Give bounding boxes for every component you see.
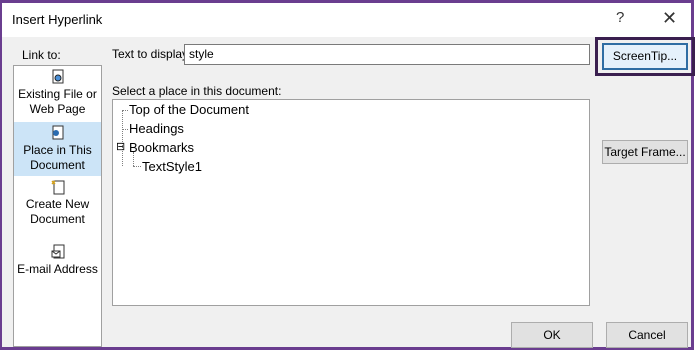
existing-file-icon (52, 69, 63, 84)
email-icon (51, 244, 64, 259)
link-to-item-label: Create New Document (25, 197, 90, 226)
screentip-button[interactable]: ScreenTip... (602, 43, 688, 70)
tree-node-bookmarks[interactable]: Bookmarks (129, 140, 194, 155)
tree-node-headings[interactable]: Headings (129, 121, 184, 136)
link-to-place-in-document[interactable]: Place in This Document (14, 122, 101, 176)
tree-node-textstyle1[interactable]: TextStyle1 (142, 159, 202, 174)
text-to-display-input[interactable]: style (184, 44, 590, 65)
document-place-tree: Top of the Document Headings ⊟ Bookmarks… (112, 99, 590, 306)
link-to-existing-file[interactable]: Existing File or Web Page (14, 69, 101, 119)
link-to-item-label: Existing File or Web Page (18, 87, 97, 116)
ok-button[interactable]: OK (511, 322, 593, 348)
target-frame-button[interactable]: Target Frame... (602, 140, 688, 164)
cancel-button[interactable]: Cancel (606, 322, 688, 348)
place-in-document-icon (52, 125, 63, 140)
link-to-new-document[interactable]: Create New Document (14, 179, 101, 229)
new-document-icon (50, 180, 64, 195)
link-to-label: Link to: (22, 48, 61, 62)
tree-expand-toggle[interactable]: ⊟ (116, 140, 125, 153)
select-place-label: Select a place in this document: (112, 84, 282, 98)
title-bar: Insert Hyperlink ? ✕ (2, 3, 691, 37)
link-to-item-label: E-mail Address (17, 262, 98, 276)
link-to-email[interactable]: E-mail Address (14, 244, 101, 284)
help-button[interactable]: ? (616, 9, 624, 26)
link-to-panel: Existing File or Web Page Place in This … (13, 65, 102, 347)
close-button[interactable]: ✕ (662, 8, 677, 29)
tree-node-top-of-document[interactable]: Top of the Document (129, 102, 249, 117)
text-to-display-label: Text to display: (112, 47, 192, 61)
link-to-item-label: Place in This Document (23, 143, 92, 172)
dialog-title: Insert Hyperlink (12, 12, 103, 27)
insert-hyperlink-dialog: Insert Hyperlink ? ✕ Link to: Existing F… (0, 0, 695, 350)
